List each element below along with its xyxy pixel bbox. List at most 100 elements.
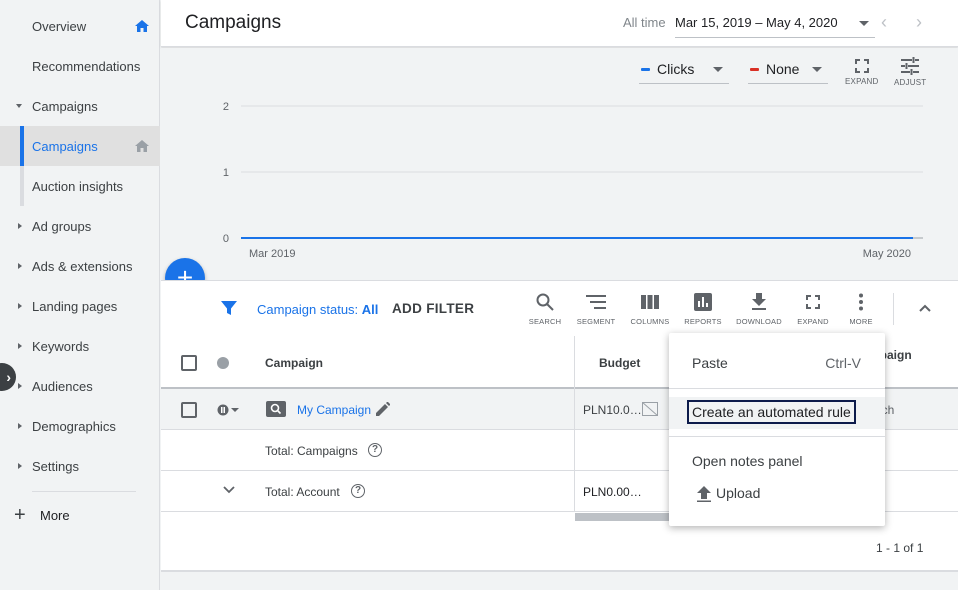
select-all-checkbox[interactable] xyxy=(181,355,197,371)
home-icon[interactable] xyxy=(134,138,150,154)
total-account-budget: PLN0.00… xyxy=(583,485,642,499)
sidebar-item-label: Ad groups xyxy=(32,218,92,234)
previous-period-icon[interactable]: ‹ xyxy=(881,12,887,33)
date-range-label: All time xyxy=(623,15,666,30)
caret-right-icon xyxy=(18,263,22,269)
column-separator xyxy=(574,430,575,470)
filter-toolbar: Campaign status: All ADD FILTER SEARCH S… xyxy=(161,280,958,336)
menu-item-paste[interactable]: Paste Ctrl-V xyxy=(669,348,885,380)
column-header-campaign[interactable]: Campaign xyxy=(265,356,323,370)
chevron-down-icon[interactable] xyxy=(223,486,235,494)
caret-down-icon xyxy=(16,104,22,108)
help-icon[interactable]: ? xyxy=(368,443,382,457)
menu-item-label: Create an automated rule xyxy=(687,400,856,424)
budget-warning-icon xyxy=(642,402,658,416)
performance-line-chart: 2 1 0 Mar 2019 May 2020 xyxy=(223,101,923,260)
chevron-up-icon[interactable] xyxy=(918,301,932,315)
sidebar-item-label: Overview xyxy=(32,18,87,34)
active-indicator xyxy=(20,126,24,166)
app-root: Overview Recommendations Campaigns Campa… xyxy=(0,0,958,590)
y-tick-label: 1 xyxy=(223,167,229,179)
sidebar-item-landing-pages[interactable]: Landing pages xyxy=(0,286,160,326)
upload-icon xyxy=(697,486,711,502)
sidebar-item-demographics[interactable]: Demographics xyxy=(0,406,160,446)
x-tick-label: Mar 2019 xyxy=(249,248,295,260)
row-checkbox[interactable] xyxy=(181,402,197,418)
x-tick-label: May 2020 xyxy=(863,248,911,260)
edit-pencil-icon[interactable] xyxy=(376,402,390,416)
menu-item-label: Upload xyxy=(716,485,761,501)
more-label: More xyxy=(40,507,70,523)
menu-item-create-automated-rule[interactable]: Create an automated rule xyxy=(669,397,885,429)
sidebar-more-button[interactable]: + More xyxy=(14,504,70,526)
sidebar-item-label: Auction insights xyxy=(32,178,124,194)
filter-icon[interactable] xyxy=(221,300,237,316)
search-icon xyxy=(536,293,554,311)
search-campaign-type-icon xyxy=(266,401,286,417)
budget-value[interactable]: PLN10.0… xyxy=(583,403,642,417)
paused-status-icon[interactable] xyxy=(217,404,241,416)
add-filter-button[interactable]: ADD FILTER xyxy=(392,301,474,316)
toolbar-label: MORE xyxy=(849,317,873,326)
sidebar-item-overview[interactable]: Overview xyxy=(0,6,160,46)
toolbar-columns-button[interactable]: COLUMNS xyxy=(628,293,672,326)
column-header-budget[interactable]: Budget xyxy=(599,356,640,370)
menu-item-open-notes-panel[interactable]: Open notes panel xyxy=(669,446,885,478)
caret-right-icon xyxy=(18,463,22,469)
caret-right-icon xyxy=(18,303,22,309)
menu-item-upload[interactable]: Upload xyxy=(669,478,885,510)
date-range-picker[interactable]: Mar 15, 2019 – May 4, 2020 xyxy=(675,8,875,38)
segment-icon xyxy=(586,295,606,309)
caret-right-icon xyxy=(18,343,22,349)
filter-status-value: All xyxy=(361,302,379,317)
sidebar-item-label: Demographics xyxy=(32,418,116,434)
caret-right-icon xyxy=(18,383,22,389)
menu-divider xyxy=(669,436,885,437)
sidebar-item-keywords[interactable]: Keywords xyxy=(0,326,160,366)
plus-icon: + xyxy=(14,504,26,526)
chevron-right-icon: › xyxy=(6,369,11,385)
sidebar-item-settings[interactable]: Settings xyxy=(0,446,160,486)
columns-icon xyxy=(641,295,659,309)
sidebar-item-audiences[interactable]: Audiences xyxy=(0,366,160,406)
sidebar-item-label: Ads & extensions xyxy=(32,258,133,274)
menu-item-shortcut: Ctrl-V xyxy=(825,355,861,371)
download-icon xyxy=(752,293,766,310)
home-icon xyxy=(135,20,149,32)
horizontal-scrollbar[interactable] xyxy=(575,513,675,521)
caret-right-icon xyxy=(18,223,22,229)
toolbar-label: SEARCH xyxy=(528,317,562,326)
status-header-icon xyxy=(217,357,229,369)
fullscreen-icon xyxy=(806,295,820,309)
toolbar-reports-button[interactable]: REPORTS xyxy=(681,293,725,326)
caret-right-icon xyxy=(18,423,22,429)
total-account-label: Total: Account xyxy=(265,485,340,499)
menu-item-label: Paste xyxy=(692,355,728,371)
sidebar-divider xyxy=(32,491,136,492)
next-period-icon[interactable]: › xyxy=(916,12,922,33)
toolbar-label: SEGMENT xyxy=(576,317,616,326)
campaign-status-filter[interactable]: Campaign status: All xyxy=(257,302,378,317)
sidebar: Overview Recommendations Campaigns Campa… xyxy=(0,0,160,590)
reports-icon xyxy=(694,293,712,311)
sidebar-item-label: Keywords xyxy=(32,338,90,354)
toolbar-segment-button[interactable]: SEGMENT xyxy=(574,293,618,326)
toolbar-download-button[interactable]: DOWNLOAD xyxy=(736,293,782,326)
dropdown-arrow-icon xyxy=(859,21,869,26)
toolbar-search-button[interactable]: SEARCH xyxy=(523,293,567,326)
sidebar-item-auction-insights[interactable]: Auction insights xyxy=(0,166,160,206)
sidebar-item-recommendations[interactable]: Recommendations xyxy=(0,46,160,86)
sidebar-item-campaigns-group[interactable]: Campaigns xyxy=(0,86,160,126)
toolbar-expand-button[interactable]: EXPAND xyxy=(791,293,835,326)
help-icon[interactable]: ? xyxy=(351,484,365,498)
toolbar-more-button[interactable]: MORE xyxy=(839,293,883,326)
sidebar-item-label: Campaigns xyxy=(32,98,98,114)
sidebar-item-label: Settings xyxy=(32,458,79,474)
campaign-name-link[interactable]: My Campaign xyxy=(297,403,371,417)
sidebar-item-ad-groups[interactable]: Ad groups xyxy=(0,206,160,246)
sidebar-item-campaigns[interactable]: Campaigns xyxy=(0,126,160,166)
column-separator xyxy=(574,471,575,511)
performance-chart-panel: Clicks None EXPAND ADJUST 2 1 0 Mar 2019 May… xyxy=(161,48,958,280)
sidebar-item-ads-extensions[interactable]: Ads & extensions xyxy=(0,246,160,286)
column-separator xyxy=(574,336,575,389)
